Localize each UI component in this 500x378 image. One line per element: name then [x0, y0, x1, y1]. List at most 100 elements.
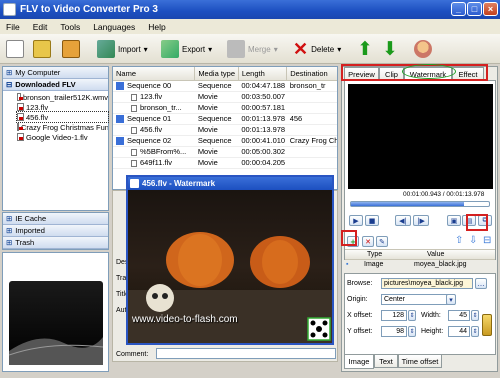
- mini-preview: [2, 252, 109, 372]
- save-icon[interactable]: [62, 40, 80, 58]
- file-table: Name Media type Length Destination Seque…: [112, 66, 338, 190]
- x-offset-label: X offset:: [347, 312, 373, 319]
- watermark-window-titlebar[interactable]: 456.flv - Watermark: [128, 177, 332, 190]
- prev-frame-button[interactable]: ◀|: [395, 215, 411, 226]
- imported-header[interactable]: ⊞ Imported: [3, 225, 108, 237]
- tab-image[interactable]: Image: [344, 355, 374, 369]
- delete-button[interactable]: ✕ Delete ▾: [293, 38, 341, 60]
- cell-name: Sequence 02: [113, 135, 195, 147]
- down-arrow-icon[interactable]: ⇩: [469, 235, 477, 246]
- table-row[interactable]: 123.flv Movie 00:03:50.007: [113, 91, 337, 103]
- col-length[interactable]: Length: [238, 67, 288, 81]
- cell-length: 00:04:47.188: [238, 80, 287, 92]
- menu-tools[interactable]: Tools: [60, 22, 80, 32]
- help-person-icon[interactable]: [414, 40, 432, 58]
- table-row[interactable]: Sequence 00 Sequence 00:04:47.188 bronson_t…: [113, 80, 337, 92]
- tree-file-selected[interactable]: 456.flv: [16, 111, 109, 123]
- lock-icon[interactable]: ⊟: [483, 235, 491, 246]
- browse-button[interactable]: …: [475, 278, 487, 289]
- import-button[interactable]: Import ▾: [97, 38, 148, 60]
- move-down-icon[interactable]: ⬇: [382, 38, 398, 61]
- sidebar-tree: ⊞ My Computer ⊟ Downloaded FLV bronson_tra…: [2, 66, 109, 211]
- cell-dest: [286, 146, 337, 158]
- y-offset-field[interactable]: 98: [381, 326, 407, 337]
- table-row[interactable]: 456.flv Movie 00:01:13.978: [113, 124, 337, 136]
- origin-select[interactable]: Center: [381, 294, 455, 305]
- my-computer-header[interactable]: ⊞ My Computer: [3, 67, 108, 79]
- aspect-lock-icon[interactable]: [482, 314, 492, 336]
- fullscreen-highlight-box: [466, 214, 488, 231]
- table-row[interactable]: 649f11.flv Movie 00:00:04.205: [113, 157, 337, 169]
- add-button-highlight-box: [341, 230, 357, 246]
- export-icon: [161, 40, 179, 58]
- close-button[interactable]: ×: [483, 2, 498, 16]
- open-folder-icon[interactable]: [33, 40, 51, 58]
- move-up-icon[interactable]: ⬆: [357, 38, 373, 61]
- maximize-button[interactable]: □: [467, 2, 482, 16]
- width-label: Width:: [421, 312, 441, 319]
- mini-preview-screen: [9, 281, 103, 365]
- export-button[interactable]: Export ▾: [161, 38, 212, 60]
- file-icon: [17, 113, 24, 121]
- edit-watermark-button[interactable]: ✎: [376, 236, 388, 247]
- tree-file[interactable]: bronson_trailer512K.wmv: [17, 92, 108, 102]
- snapshot-button[interactable]: ▣: [447, 215, 461, 226]
- file-icon: [17, 103, 24, 111]
- tree-file[interactable]: Google Video-1.flv: [17, 132, 108, 142]
- play-button[interactable]: ▶: [349, 215, 363, 226]
- merge-button[interactable]: Merge ▾: [227, 38, 278, 60]
- height-label: Height:: [421, 328, 444, 335]
- table-row[interactable]: Sequence 01 Sequence 00:01:13.978 456: [113, 113, 337, 125]
- next-frame-button[interactable]: |▶: [413, 215, 429, 226]
- y-offset-spinner[interactable]: ⇕: [408, 326, 416, 337]
- table-row[interactable]: %5BFrom%... Movie 00:05:00.302: [113, 146, 337, 158]
- stop-button[interactable]: ■: [365, 215, 379, 226]
- watermark-list-header: Type Value: [345, 249, 495, 260]
- tab-time-offset[interactable]: Time offset: [398, 355, 442, 368]
- sequence-icon: [116, 137, 124, 145]
- tree-file[interactable]: 123.flv: [17, 102, 108, 112]
- watermark-window-icon: [130, 179, 139, 188]
- menu-file[interactable]: File: [6, 22, 20, 32]
- menu-languages[interactable]: Languages: [93, 22, 135, 32]
- menu-edit[interactable]: Edit: [33, 22, 48, 32]
- window-title: FLV to Video Converter Pro 3: [20, 4, 158, 15]
- col-media-type[interactable]: Media type: [194, 67, 239, 81]
- sidebar-sections: ⊞ IE Cache ⊞ Imported ⊞ Trash: [2, 212, 109, 250]
- width-field[interactable]: 45: [448, 310, 470, 321]
- trash-header[interactable]: ⊞ Trash: [3, 237, 108, 249]
- browse-field[interactable]: pictures\moyea_black.jpg: [381, 278, 473, 289]
- x-offset-field[interactable]: 128: [381, 310, 407, 321]
- minimize-button[interactable]: _: [451, 2, 466, 16]
- cell-dest: Crazy Frog Ch: [286, 135, 337, 147]
- seek-bar[interactable]: [350, 201, 490, 207]
- tab-text[interactable]: Text: [374, 355, 398, 368]
- height-spinner[interactable]: ⇕: [471, 326, 479, 337]
- downloaded-flv-header[interactable]: ⊟ Downloaded FLV: [3, 79, 108, 91]
- x-offset-spinner[interactable]: ⇕: [408, 310, 416, 321]
- col-value[interactable]: Value: [427, 251, 444, 258]
- col-destination[interactable]: Destination: [286, 67, 337, 81]
- table-row[interactable]: bronson_tr... Movie 00:00:57.181: [113, 102, 337, 114]
- menu-help[interactable]: Help: [148, 22, 165, 32]
- file-icon: [131, 93, 137, 101]
- watermark-list-row[interactable]: ▪ Image moyea_black.jpg: [344, 260, 496, 271]
- col-type[interactable]: Type: [367, 251, 382, 258]
- up-arrow-icon[interactable]: ⇧: [455, 235, 463, 246]
- cell-length: 00:01:13.978: [238, 113, 287, 125]
- remove-watermark-button[interactable]: ✕: [362, 236, 374, 247]
- width-spinner[interactable]: ⇕: [471, 310, 479, 321]
- ie-cache-header[interactable]: ⊞ IE Cache: [3, 213, 108, 225]
- tree-file[interactable]: Crazy Frog Christmas Fun: [17, 122, 108, 132]
- cell-dest: [286, 124, 337, 136]
- col-name[interactable]: Name: [113, 67, 196, 81]
- cell-name: Sequence 00: [113, 80, 195, 92]
- height-field[interactable]: 44: [448, 326, 470, 337]
- import-icon: [97, 40, 115, 58]
- cell-name: 456.flv: [113, 124, 195, 136]
- chevron-down-icon[interactable]: ▾: [446, 294, 456, 305]
- cell-type: Movie: [194, 146, 239, 158]
- table-row[interactable]: Sequence 02 Sequence 00:00:41.010 Crazy Fro…: [113, 135, 337, 147]
- comment-field[interactable]: [156, 348, 336, 359]
- new-file-icon[interactable]: [6, 40, 24, 58]
